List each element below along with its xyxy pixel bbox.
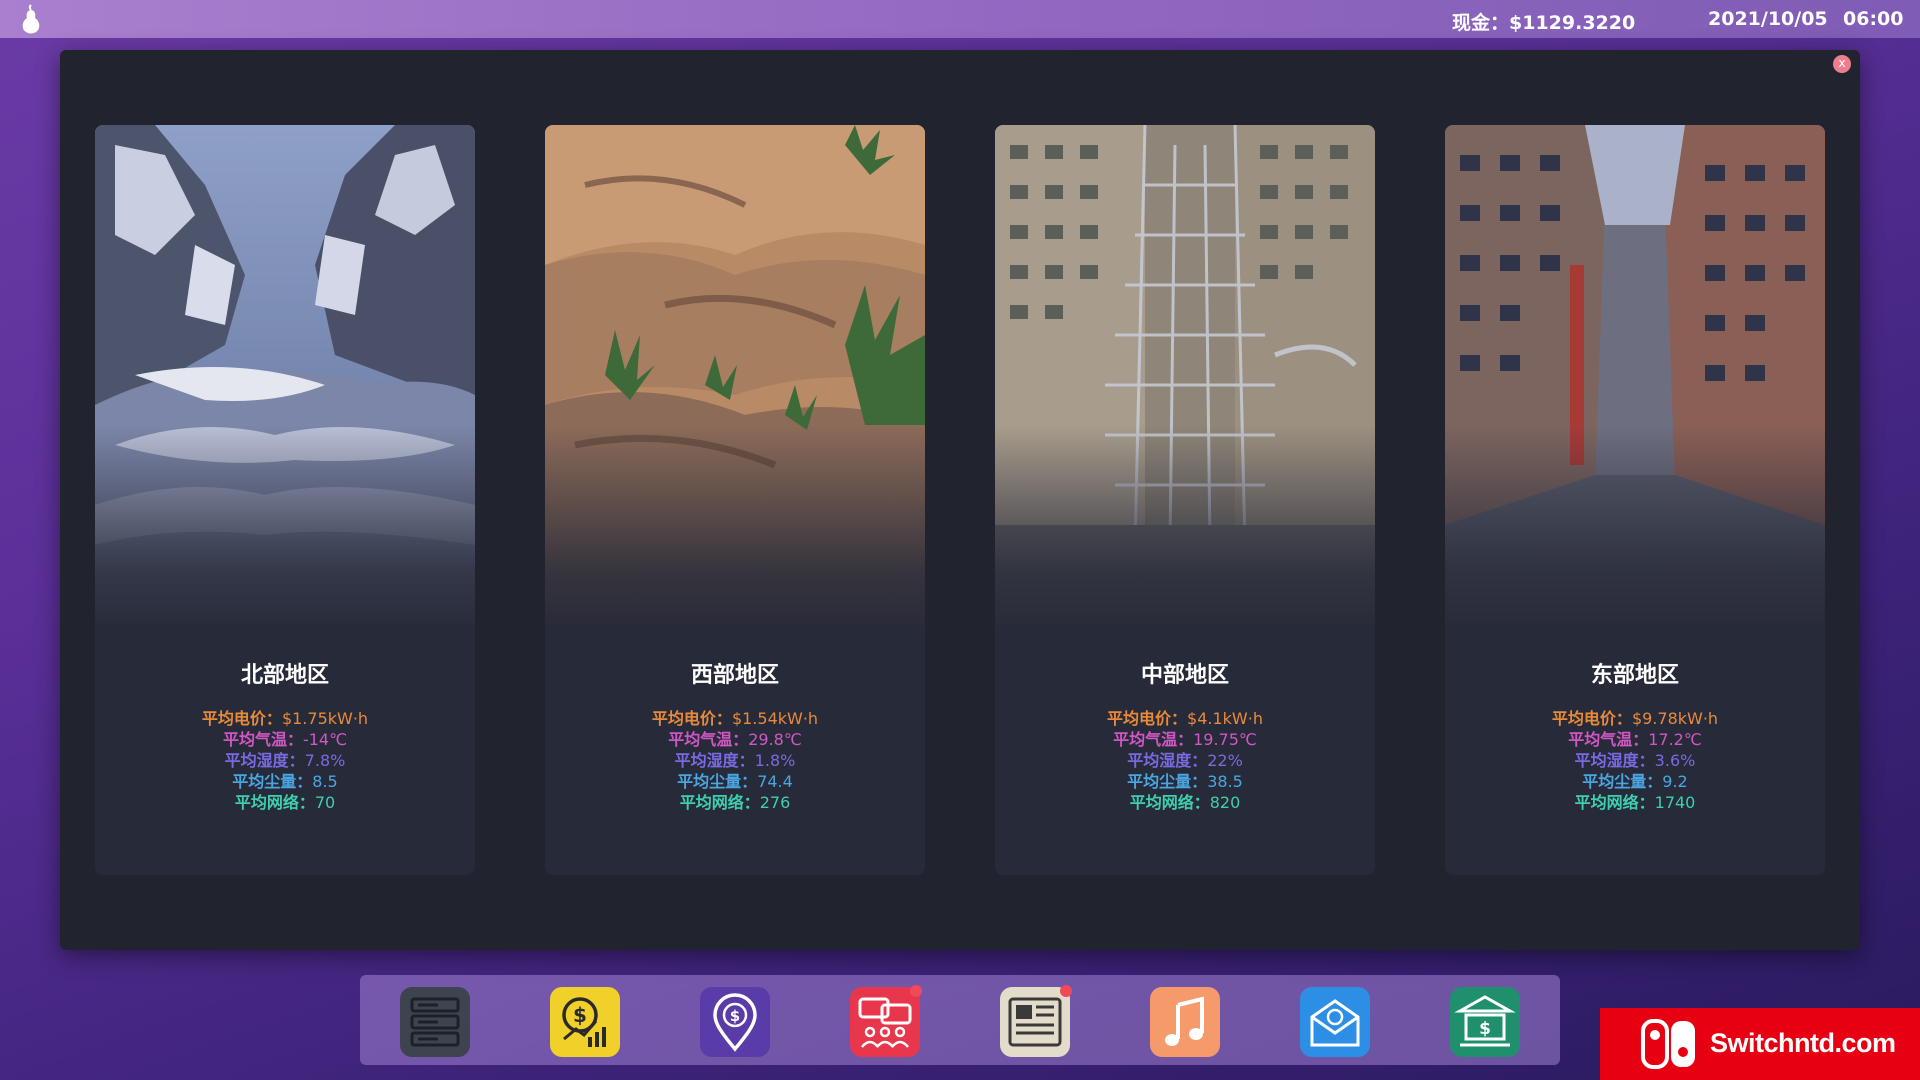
watermark-text: Switchntd.com — [1710, 1028, 1896, 1058]
region-name: 东部地区 — [1590, 663, 1679, 688]
region-stats: 平均电价：$4.1kW·h 平均气温：19.75℃ 平均湿度：22% 平均尘量：… — [995, 708, 1375, 813]
stat-dust: 平均尘量：38.5 — [1127, 772, 1243, 791]
image-fade — [545, 425, 925, 635]
svg-text:$: $ — [573, 1003, 587, 1027]
bank-icon[interactable]: $ — [1450, 987, 1520, 1057]
svg-text:$: $ — [1479, 1019, 1491, 1039]
region-card-west[interactable]: 西部地区 平均电价：$1.54kW·h 平均气温：29.8℃ 平均湿度：1.8%… — [545, 125, 925, 875]
top-bar: 现金：$1129.3220 2021/10/05 06:00 — [0, 0, 1920, 38]
watermark: Switchntd.com — [1600, 1008, 1920, 1080]
server-rack-icon[interactable] — [400, 987, 470, 1057]
notification-badge — [1060, 985, 1072, 997]
region-stats: 平均电价：$1.54kW·h 平均气温：29.8℃ 平均湿度：1.8% 平均尘量… — [545, 708, 925, 813]
chat-people-icon[interactable] — [850, 985, 922, 1057]
close-button[interactable]: x — [1833, 55, 1851, 73]
pear-icon[interactable] — [18, 3, 44, 35]
stat-network: 平均网络：70 — [234, 793, 336, 812]
stat-price: 平均电价：$1.54kW·h — [651, 709, 819, 728]
app-dock: $ $ $ — [360, 975, 1560, 1065]
stat-network: 平均网络：1740 — [1574, 793, 1696, 812]
stat-price: 平均电价：$4.1kW·h — [1107, 709, 1263, 728]
region-stats: 平均电价：$1.75kW·h 平均气温：-14℃ 平均湿度：7.8% 平均尘量：… — [95, 708, 475, 813]
stat-humidity: 平均湿度：7.8% — [224, 751, 346, 770]
mail-icon[interactable] — [1300, 987, 1370, 1057]
stat-network: 平均网络：820 — [1129, 793, 1241, 812]
stat-dust: 平均尘量：9.2 — [1582, 772, 1688, 791]
nintendo-switch-logo-icon — [1640, 1018, 1698, 1070]
region-name: 西部地区 — [690, 663, 779, 688]
region-card-east[interactable]: 东部地区 平均电价：$9.78kW·h 平均气温：17.2℃ 平均湿度：3.6%… — [1445, 125, 1825, 875]
dollar-pin-icon[interactable]: $ — [700, 987, 770, 1057]
region-stats: 平均电价：$9.78kW·h 平均气温：17.2℃ 平均湿度：3.6% 平均尘量… — [1445, 708, 1825, 813]
stat-dust: 平均尘量：74.4 — [677, 772, 793, 791]
region-name: 中部地区 — [1140, 663, 1229, 688]
image-fade — [1445, 425, 1825, 635]
date-display: 2021/10/05 — [1708, 8, 1828, 30]
stat-temperature: 平均气温：-14℃ — [222, 730, 348, 749]
stat-temperature: 平均气温：17.2℃ — [1568, 730, 1702, 749]
stat-price: 平均电价：$1.75kW·h — [201, 709, 369, 728]
stat-humidity: 平均湿度：1.8% — [674, 751, 796, 770]
region-card-central[interactable]: 中部地区 平均电价：$4.1kW·h 平均气温：19.75℃ 平均湿度：22% … — [995, 125, 1375, 875]
svg-text:$: $ — [730, 1007, 740, 1025]
stat-humidity: 平均湿度：3.6% — [1574, 751, 1696, 770]
region-card-north[interactable]: 北部地区 平均电价：$1.75kW·h 平均气温：-14℃ 平均湿度：7.8% … — [95, 125, 475, 875]
stat-temperature: 平均气温：29.8℃ — [668, 730, 802, 749]
stat-price: 平均电价：$9.78kW·h — [1551, 709, 1719, 728]
time-display: 06:00 — [1843, 8, 1904, 30]
stat-network: 平均网络：276 — [679, 793, 791, 812]
stat-humidity: 平均湿度：22% — [1127, 751, 1243, 770]
image-fade — [95, 425, 475, 635]
stat-temperature: 平均气温：19.75℃ — [1113, 730, 1257, 749]
music-icon[interactable] — [1150, 987, 1220, 1057]
image-fade — [995, 425, 1375, 635]
notification-badge — [910, 985, 922, 997]
news-icon[interactable] — [1000, 985, 1072, 1057]
region-name: 北部地区 — [240, 663, 329, 688]
cash-display: 现金：$1129.3220 — [1452, 12, 1636, 34]
money-chart-icon[interactable]: $ — [550, 987, 620, 1057]
stat-dust: 平均尘量：8.5 — [232, 772, 338, 791]
